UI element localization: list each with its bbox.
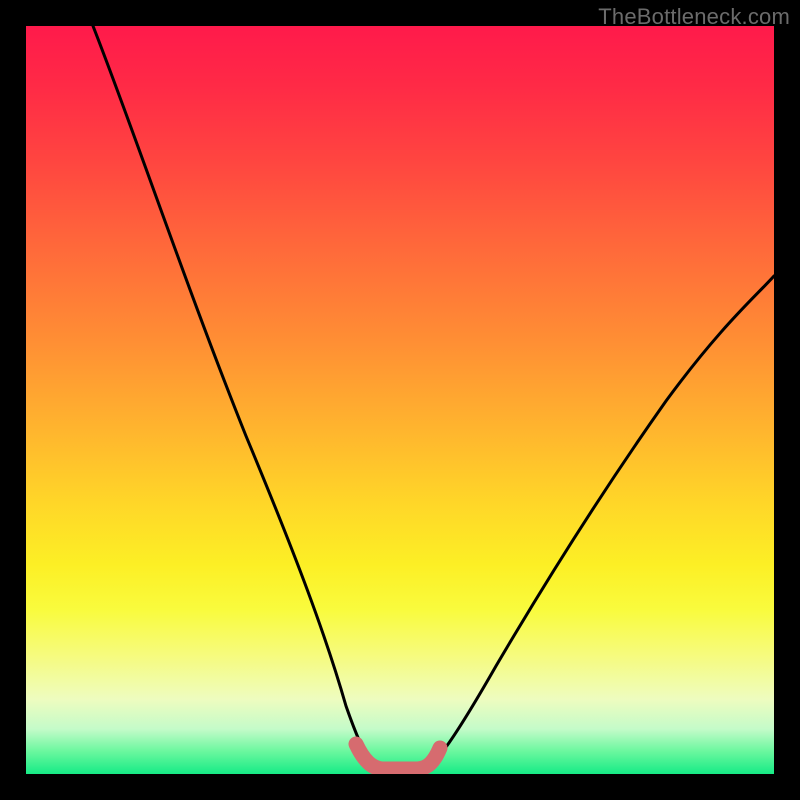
chart-svg: [26, 26, 774, 774]
chart-frame: [26, 26, 774, 774]
trough-highlight: [356, 744, 440, 769]
left-curve: [93, 26, 378, 771]
right-curve: [424, 276, 774, 771]
watermark-text: TheBottleneck.com: [598, 4, 790, 30]
